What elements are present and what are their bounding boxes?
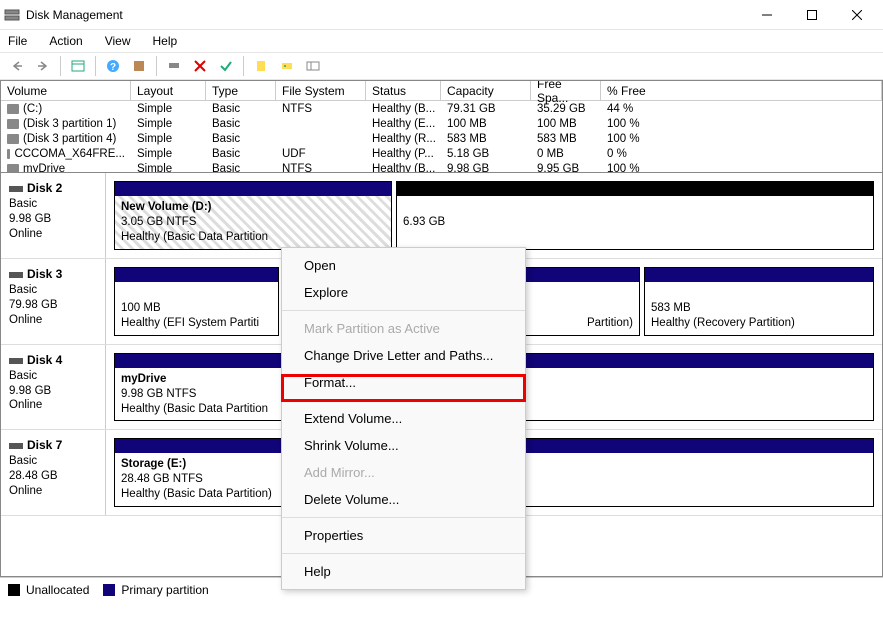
- disk-4-label: Disk 4 Basic 9.98 GB Online: [1, 345, 106, 430]
- delete-button[interactable]: [189, 55, 211, 77]
- ctx-delete-volume[interactable]: Delete Volume...: [282, 486, 525, 513]
- minimize-button[interactable]: [744, 1, 789, 29]
- app-icon: [4, 7, 20, 23]
- menubar: File Action View Help: [0, 30, 883, 52]
- volume-row[interactable]: (Disk 3 partition 4)SimpleBasicHealthy (…: [1, 131, 882, 146]
- volume-icon: [7, 164, 19, 174]
- new-icon[interactable]: [250, 55, 272, 77]
- ctx-help[interactable]: Help: [282, 558, 525, 585]
- drive-icon-btn[interactable]: [276, 55, 298, 77]
- disk-row-2: Disk 2 Basic 9.98 GB Online New Volume (…: [1, 173, 882, 259]
- menu-view[interactable]: View: [101, 32, 135, 50]
- volume-headers: Volume Layout Type File System Status Ca…: [1, 81, 882, 101]
- check-button[interactable]: [215, 55, 237, 77]
- col-volume[interactable]: Volume: [1, 81, 131, 100]
- ctx-add-mirror: Add Mirror...: [282, 459, 525, 486]
- partition-recovery[interactable]: 583 MBHealthy (Recovery Partition): [644, 267, 874, 336]
- col-status[interactable]: Status: [366, 81, 441, 100]
- toolbar: ?: [0, 52, 883, 80]
- legend-primary-swatch: [103, 584, 115, 596]
- col-type[interactable]: Type: [206, 81, 276, 100]
- legend-unallocated-swatch: [8, 584, 20, 596]
- menu-action[interactable]: Action: [45, 32, 86, 50]
- col-capacity[interactable]: Capacity: [441, 81, 531, 100]
- ctx-mark-active: Mark Partition as Active: [282, 315, 525, 342]
- disk-3-label: Disk 3 Basic 79.98 GB Online: [1, 259, 106, 344]
- disk-icon: [9, 272, 23, 278]
- forward-button[interactable]: [32, 55, 54, 77]
- legend-unallocated-label: Unallocated: [26, 583, 89, 597]
- menu-help[interactable]: Help: [149, 32, 182, 50]
- disk-icon: [9, 186, 23, 192]
- volume-row[interactable]: myDriveSimpleBasicNTFSHealthy (B...9.98 …: [1, 161, 882, 173]
- window-title: Disk Management: [26, 8, 744, 22]
- partition-efi[interactable]: 100 MBHealthy (EFI System Partiti: [114, 267, 279, 336]
- ctx-explore[interactable]: Explore: [282, 279, 525, 306]
- partition-unallocated[interactable]: 6.93 GB: [396, 181, 874, 250]
- volume-icon: [7, 104, 19, 114]
- ctx-extend-volume[interactable]: Extend Volume...: [282, 405, 525, 432]
- disk-7-label: Disk 7 Basic 28.48 GB Online: [1, 430, 106, 515]
- close-button[interactable]: [834, 1, 879, 29]
- refresh-button[interactable]: [163, 55, 185, 77]
- disk-icon: [9, 443, 23, 449]
- ctx-properties[interactable]: Properties: [282, 522, 525, 549]
- ctx-change-drive-letter[interactable]: Change Drive Letter and Paths...: [282, 342, 525, 369]
- show-hide-button[interactable]: [67, 55, 89, 77]
- volume-icon: [7, 149, 10, 159]
- col-free[interactable]: Free Spa...: [531, 81, 601, 100]
- volume-icon: [7, 119, 19, 129]
- menu-file[interactable]: File: [4, 32, 31, 50]
- back-button[interactable]: [6, 55, 28, 77]
- partition-icon-btn[interactable]: [302, 55, 324, 77]
- legend-primary-label: Primary partition: [121, 583, 208, 597]
- volume-row[interactable]: (Disk 3 partition 1)SimpleBasicHealthy (…: [1, 116, 882, 131]
- volume-row[interactable]: CCCOMA_X64FRE...SimpleBasicUDFHealthy (P…: [1, 146, 882, 161]
- help-icon[interactable]: ?: [102, 55, 124, 77]
- volume-list: Volume Layout Type File System Status Ca…: [0, 80, 883, 173]
- settings-icon[interactable]: [128, 55, 150, 77]
- ctx-open[interactable]: Open: [282, 252, 525, 279]
- svg-text:?: ?: [110, 62, 116, 73]
- col-layout[interactable]: Layout: [131, 81, 206, 100]
- maximize-button[interactable]: [789, 1, 834, 29]
- col-pct[interactable]: % Free: [601, 81, 882, 100]
- volume-row[interactable]: (C:)SimpleBasicNTFSHealthy (B...79.31 GB…: [1, 101, 882, 116]
- col-fs[interactable]: File System: [276, 81, 366, 100]
- volume-icon: [7, 134, 19, 144]
- titlebar: Disk Management: [0, 0, 883, 30]
- ctx-shrink-volume[interactable]: Shrink Volume...: [282, 432, 525, 459]
- partition-d-new-volume[interactable]: New Volume (D:) 3.05 GB NTFS Healthy (Ba…: [114, 181, 392, 250]
- ctx-format[interactable]: Format...: [282, 369, 525, 396]
- disk-2-label: Disk 2 Basic 9.98 GB Online: [1, 173, 106, 258]
- disk-icon: [9, 358, 23, 364]
- context-menu: Open Explore Mark Partition as Active Ch…: [281, 247, 526, 590]
